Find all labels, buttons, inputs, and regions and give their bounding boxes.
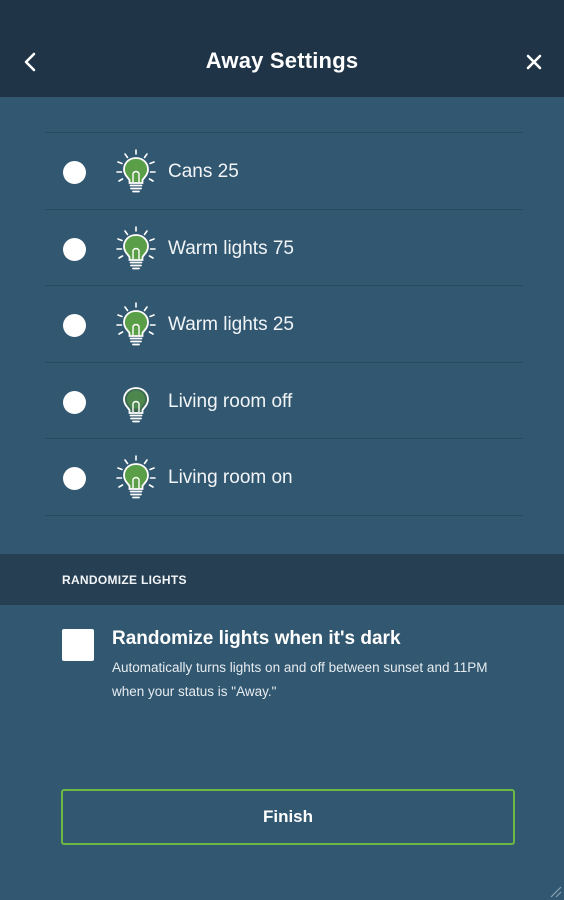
close-icon	[526, 54, 542, 70]
scene-item-living-room-off[interactable]: Living room off	[45, 363, 523, 439]
scene-item-cans-25[interactable]: Cans 25	[45, 133, 523, 210]
scene-radio[interactable]	[63, 390, 86, 414]
resize-grip-icon[interactable]	[548, 884, 562, 898]
scene-item-living-room-on[interactable]: Living room on	[45, 439, 523, 516]
randomize-description: Automatically turns lights on and off be…	[112, 660, 488, 699]
bulb-on-icon	[116, 149, 156, 193]
finish-button[interactable]: Finish	[61, 789, 515, 845]
bulb-on-icon	[116, 302, 156, 346]
page-title: Away Settings	[205, 48, 359, 73]
scene-label: Living room off	[168, 390, 293, 412]
scene-radio[interactable]	[63, 314, 86, 337]
scene-label: Warm lights 75	[168, 237, 294, 259]
scene-radio[interactable]	[63, 467, 86, 490]
scene-list: Cans 25 Warm lights 75 Warm lights 25 Li…	[45, 132, 523, 516]
scene-radio[interactable]	[63, 161, 86, 184]
bulb-off-icon	[123, 386, 149, 422]
section-title: RANDOMIZE LIGHTS	[62, 573, 187, 587]
scene-item-warm-lights-25[interactable]: Warm lights 25	[45, 286, 523, 363]
header-bar: Away Settings	[0, 0, 564, 97]
randomize-checkbox[interactable]	[62, 629, 94, 661]
scene-radio[interactable]	[63, 237, 86, 261]
scene-label: Living room on	[168, 467, 293, 488]
randomize-section-header: RANDOMIZE LIGHTS	[0, 554, 564, 605]
randomize-title: Randomize lights when it's dark	[112, 628, 401, 649]
bulb-on-icon	[116, 225, 156, 269]
scene-item-warm-lights-75[interactable]: Warm lights 75	[45, 210, 523, 286]
scene-label: Warm lights 25	[168, 314, 294, 335]
scene-label: Cans 25	[168, 161, 239, 182]
close-button[interactable]	[518, 44, 550, 80]
bulb-on-icon	[116, 455, 156, 499]
